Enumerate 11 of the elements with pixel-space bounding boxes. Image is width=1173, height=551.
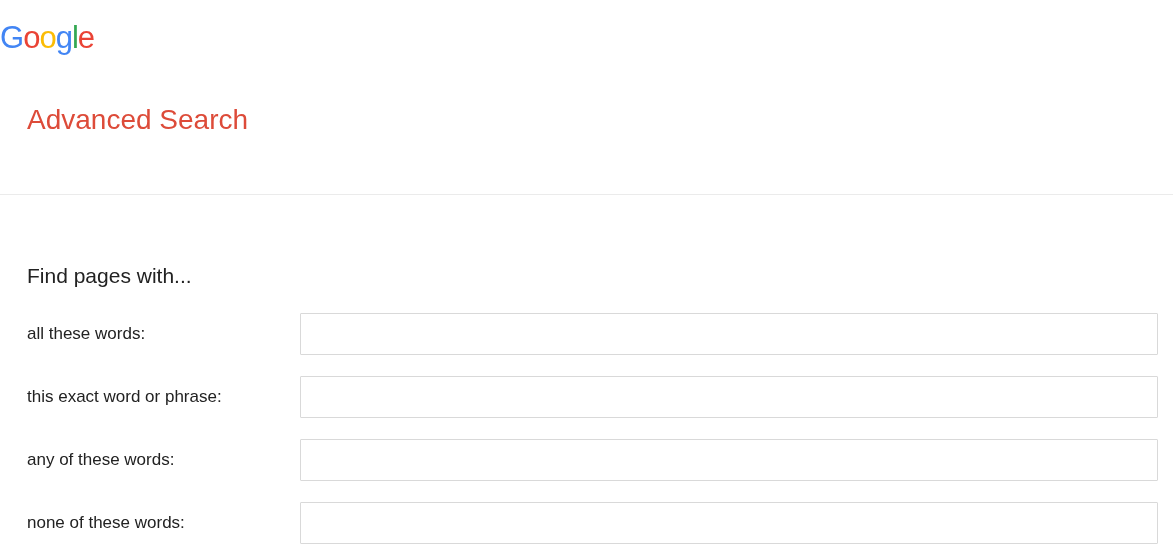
logo[interactable]: Google (0, 20, 94, 55)
text-input-field[interactable] (300, 439, 1158, 481)
text-input-field[interactable] (300, 313, 1158, 355)
field-label: this exact word or phrase: (27, 387, 222, 407)
field-label: all these words: (27, 324, 146, 344)
field-label: any of these words: (27, 450, 175, 470)
text-input-field[interactable] (300, 376, 1158, 418)
field-label: none of these words: (27, 513, 185, 533)
page-title: Advanced Search (27, 103, 249, 137)
section-heading: Find pages with... (27, 263, 192, 289)
text-input-field[interactable] (300, 502, 1158, 544)
